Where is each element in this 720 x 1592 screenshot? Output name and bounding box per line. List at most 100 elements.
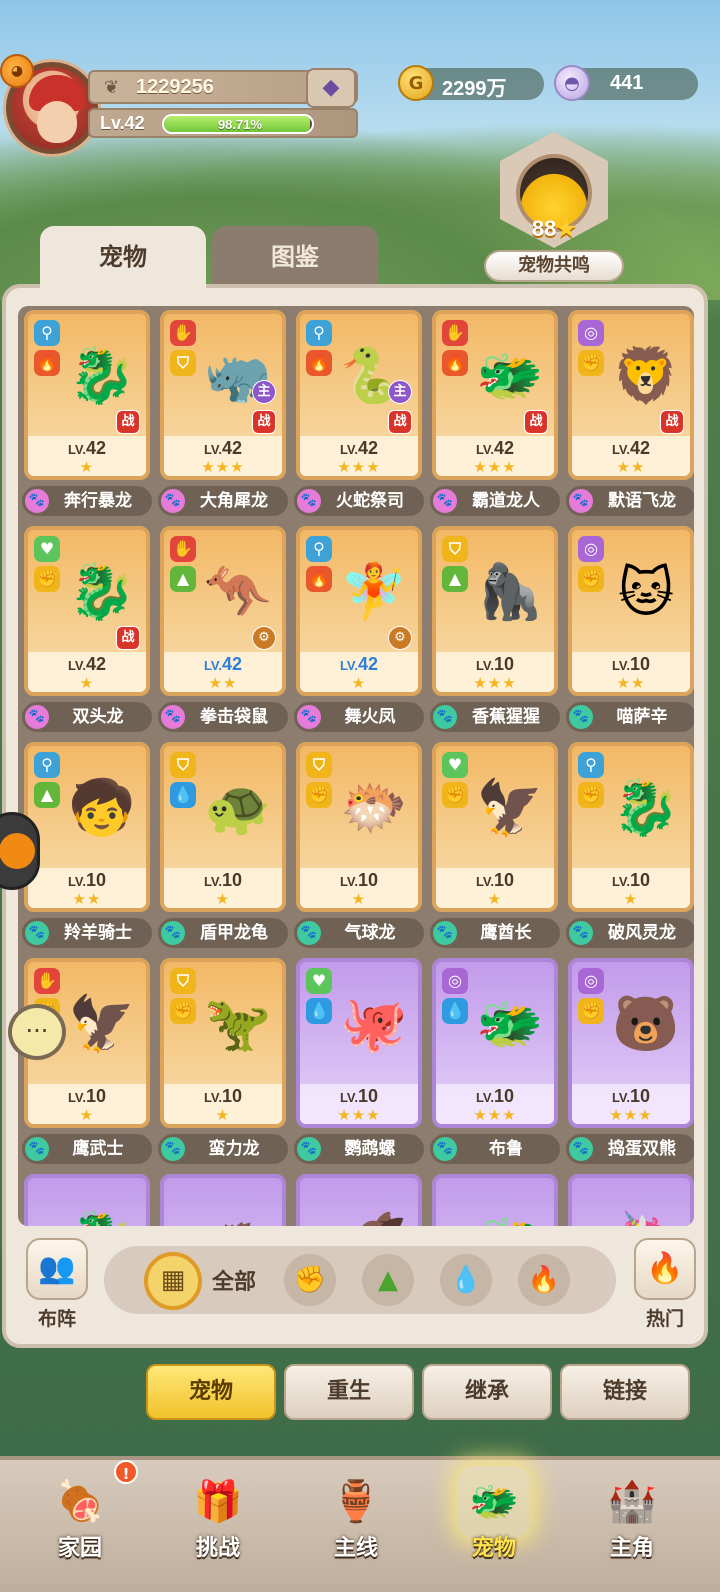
pet-level-strip: LV.42 ★★★ [164,436,282,476]
formation-button[interactable]: 👥 布阵 [22,1238,92,1330]
pet-level-strip: LV.42 ★★★ [300,436,418,476]
pet-card-frame: 🐢 ⛉ 💧 LV.10 ★ [160,742,286,912]
pet-grid-scroll[interactable]: 🐉 ⚲ 🔥 战 LV.42 ★ 🐾 奔行暴龙 🦏 ✋ ⛉ 主战 LV.42 ★★★ 🐾 大角犀龙 🐍 ⚲ 🔥 主战 LV… [18,306,694,1226]
paw-icon: 🐾 [433,1137,457,1161]
sub-tab-link[interactable]: 链接 [560,1364,690,1420]
sub-tab-inherit[interactable]: 继承 [422,1364,552,1420]
pet-card-frame: 🐉 ⚲ 🔥 战 LV.42 ★ [24,310,150,480]
pet-resonance-button[interactable]: 88★ 宠物共鸣 [484,132,624,282]
filter-water-icon[interactable]: 💧 [440,1254,492,1306]
chat-icon[interactable]: ··· [8,1004,66,1060]
shell-currency[interactable]: ◓ 441 [554,65,698,101]
leaf-element-icon: ▲ [442,566,468,592]
pet-name-text: 默语飞龙 [608,491,676,511]
fist-element-icon: ✊ [578,782,604,808]
pet-level: LV.42 [164,654,282,675]
level-bar: Lv.42 98.71% [88,108,358,138]
paw-icon: 🐾 [161,921,185,945]
pet-name: 🐾 鹰酋长 [430,918,560,948]
pet-stars: ★ [79,1106,95,1124]
shield-element-icon: ⛉ [170,350,196,376]
nav-pets[interactable]: 🐲 宠物 [424,1460,564,1592]
pet-name: 🐾 捣蛋双熊 [566,1134,694,1164]
pet-name: 🐾 喵萨辛 [566,702,694,732]
exp-progress-bar: 98.71% [162,114,314,134]
shield-element-icon: ⛉ [306,752,332,778]
pet-stars: ★★ [616,458,646,476]
pet-portrait: 🐙 [340,992,408,1055]
pet-card-frame: 🐉 ⚲ ✊ LV.10 ★ [568,742,694,912]
pet-name-text: 羚羊骑士 [64,923,132,943]
pet-name-text: 鹰酋长 [480,923,532,943]
tab-pets[interactable]: 宠物 [40,226,206,290]
pet-stars: ★★★ [473,458,517,476]
shield-element-icon: ⛉ [170,752,196,778]
filter-fire-icon[interactable]: 🔥 [518,1254,570,1306]
gold-currency[interactable]: G 2299万 [398,65,544,101]
paw-icon: 🐾 [569,921,593,945]
pet-name: 🐾 破风灵龙 [566,918,694,948]
hot-button[interactable]: 🔥 热门 [630,1238,700,1330]
key-element-icon: ⚲ [578,752,604,778]
pet-portrait: 🐲 [466,1188,554,1226]
nav-home[interactable]: 🍖 ! 家园 [10,1460,150,1592]
pet-level-strip: LV.10 ★★★ [436,652,554,692]
pet-card-frame: 🦍 ⛉ ▲ LV.10 ★★★ [432,526,558,696]
formation-icon: 👥 [26,1238,88,1300]
pet-stars: ★ [215,890,231,908]
filter-all-label[interactable]: 全部 [212,1264,256,1296]
formation-label: 布阵 [37,1308,76,1330]
resonance-count: 88★ [531,216,577,241]
pet-name: 🐾 大角犀龙 [158,486,288,516]
nav-mainline[interactable]: 🏺 主线 [286,1460,426,1592]
pumpkin-badge-icon[interactable]: ◕ [0,54,34,88]
tab-dex[interactable]: 图鉴 [212,226,378,286]
fist-element-icon: ✊ [578,998,604,1024]
nav-hero[interactable]: 🏰 主角 [562,1460,702,1592]
shell-icon: ◓ [554,65,590,101]
gem-button[interactable]: ◆ [306,68,356,108]
nav-challenge[interactable]: 🎁 挑战 [148,1460,288,1592]
claw-element-icon: ✋ [442,320,468,346]
pet-stars: ★★★ [473,674,517,692]
paw-icon: 🐾 [297,705,321,729]
pet-level-strip: LV.10 ★ [572,868,690,908]
pet-level-value: 42 [86,654,107,674]
pet-level: LV.10 [28,1086,146,1107]
side-pumpkin-icon[interactable] [0,812,40,890]
pet-name-text: 火蛇祭司 [336,491,404,511]
water-element-icon: 💧 [442,998,468,1024]
pet-stars: ★★★ [201,458,245,476]
pet-name: 🐾 鹦鹉螺 [294,1134,424,1164]
claw-element-icon: ✋ [170,536,196,562]
pet-name-text: 破风灵龙 [608,923,676,943]
pet-panel: 🐉 ⚲ 🔥 战 LV.42 ★ 🐾 奔行暴龙 🦏 ✋ ⛉ 主战 LV.42 ★★★ 🐾 大角犀龙 🐍 ⚲ 🔥 主战 LV… [2,284,708,1348]
pet-card-frame: 🦄 [568,1174,694,1226]
battle-badge: 战 [660,410,684,434]
filter-fist-icon[interactable]: ✊ [284,1254,336,1306]
pet-level: LV.10 [436,654,554,675]
pet-portrait: 🦔 [194,1188,282,1226]
pet-card-frame: 🦁 ◎ ✊ 战 LV.42 ★★ [568,310,694,480]
pet-name-text: 拳击袋鼠 [200,707,268,727]
paw-icon: 🐾 [161,705,185,729]
pet-level-strip: LV.10 ★ [436,868,554,908]
fist-element-icon: ✊ [170,998,196,1024]
pet-level: LV.10 [164,870,282,891]
pet-level: LV.42 [300,654,418,675]
sub-tab-pets[interactable]: 宠物 [146,1364,276,1420]
filter-all-icon[interactable]: ▦ [144,1252,202,1310]
pet-level-value: 10 [86,870,107,890]
pet-name-text: 喵萨辛 [616,707,668,727]
pet-level-prefix: LV. [475,442,495,457]
paw-icon: 🐾 [433,489,457,513]
fire-element-icon: 🔥 [442,350,468,376]
pet-stars: ★★★ [473,1106,517,1124]
sub-tab-rebirth[interactable]: 重生 [284,1364,414,1420]
filter-leaf-icon[interactable]: ▲ [362,1254,414,1306]
pet-level: LV.42 [436,438,554,459]
pet-stars: ★ [215,1106,231,1124]
pet-name: 🐾 盾甲龙龟 [158,918,288,948]
pet-level-value: 10 [358,1086,379,1106]
nav-mainline-label: 主线 [333,1536,378,1561]
